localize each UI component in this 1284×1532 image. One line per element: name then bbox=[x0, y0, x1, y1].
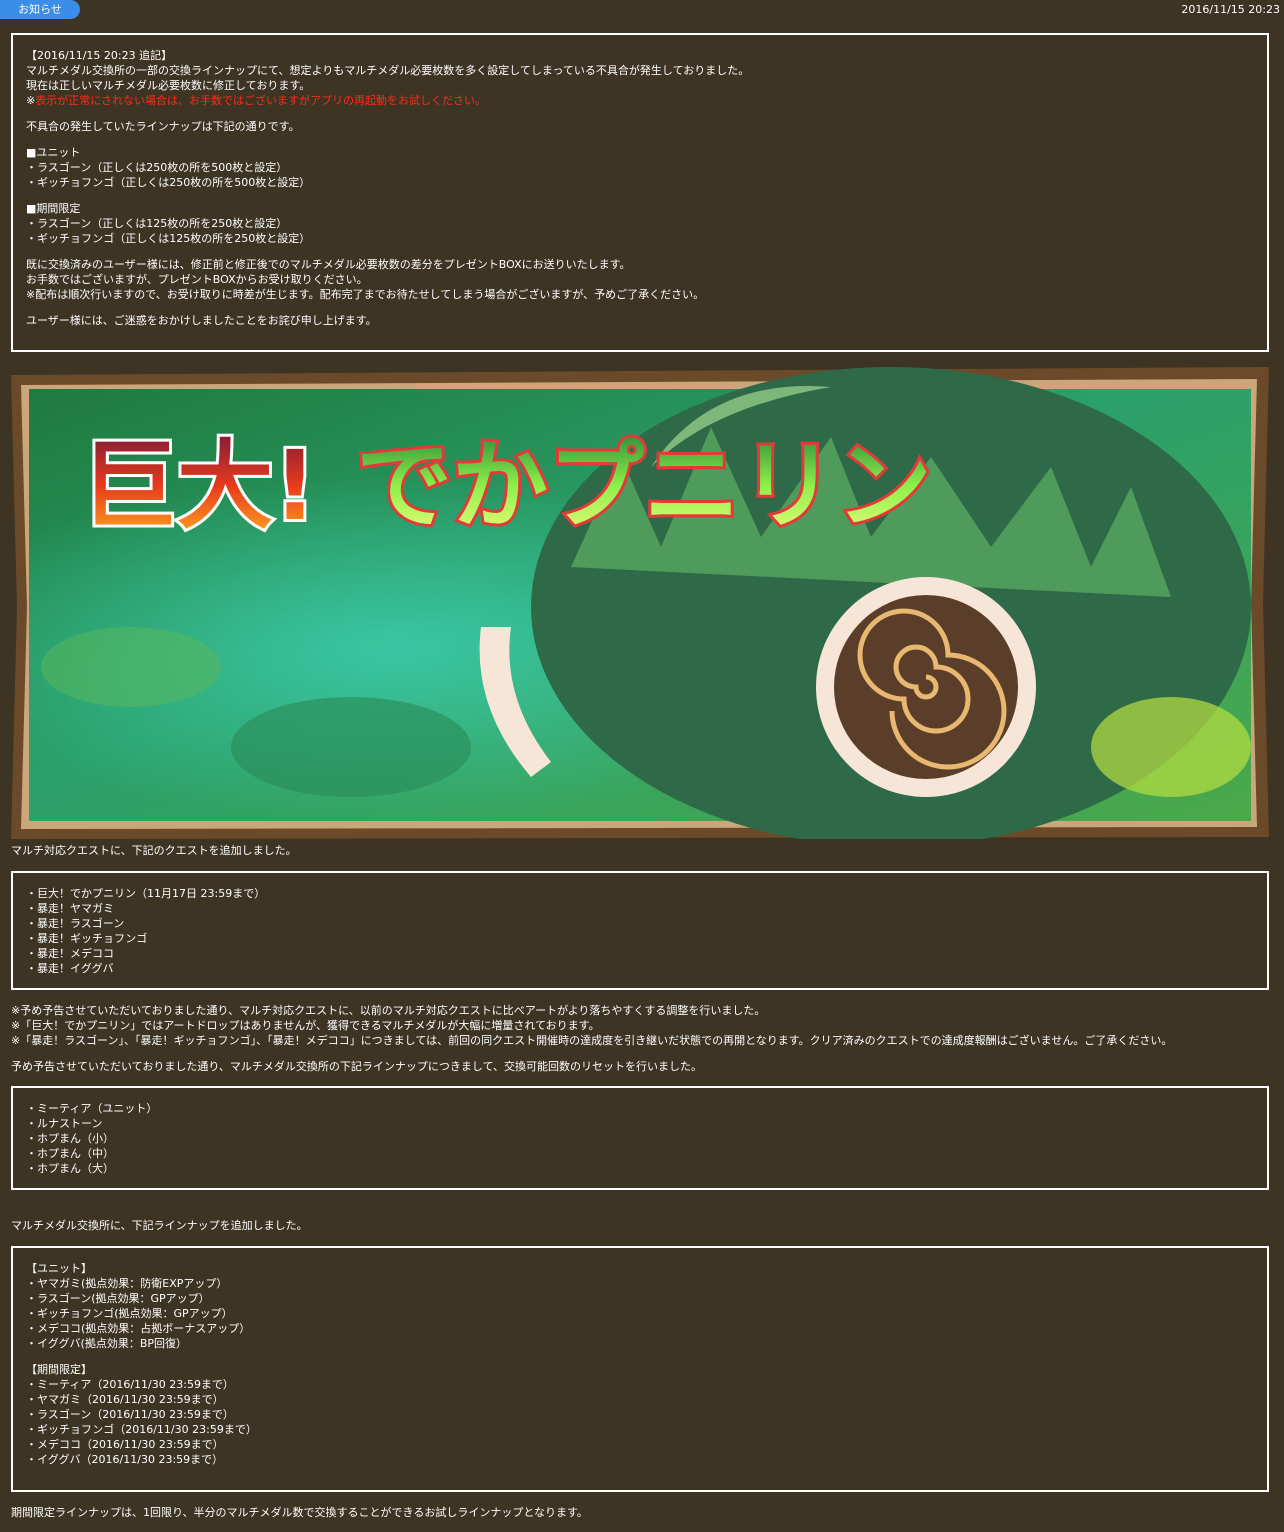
list-item: ・ホプまん（小） bbox=[26, 1132, 114, 1145]
lineup-intro: 不具合の発生していたラインナップは下記の通りです。 bbox=[26, 120, 300, 133]
list-item: ・ミーティア（ユニット） bbox=[26, 1102, 158, 1115]
list-item: ・ギッチョフンゴ（2016/11/30 23:59まで） bbox=[26, 1423, 257, 1436]
reset-list-box: ・ミーティア（ユニット） ・ルナストーン ・ホプまん（小） ・ホプまん（中） ・… bbox=[11, 1086, 1269, 1190]
list-item: ・ギッチョフンゴ（正しくは250枚の所を500枚と設定） bbox=[26, 176, 311, 189]
list-item: ・暴走！ラスゴーン bbox=[26, 917, 125, 930]
list-item: ・暴走！イググバ bbox=[26, 962, 114, 975]
list-item: ・メデココ（2016/11/30 23:59まで） bbox=[26, 1438, 224, 1451]
list-item: ・イググバ(拠点効果：BP回復） bbox=[26, 1337, 188, 1350]
notice-intro-line: マルチメダル交換所の一部の交換ラインナップにて、想定よりもマルチメダル必要枚数を… bbox=[26, 64, 750, 77]
notice-warning: ※表示が正常にされない場合は、お手数ではございますがアプリの再起動をお試しくださ… bbox=[26, 94, 486, 107]
list-item: ・イググバ（2016/11/30 23:59まで） bbox=[26, 1453, 224, 1466]
reset-intro: 予め予告させていただいておりました通り、マルチメダル交換所の下記ラインナップにつ… bbox=[11, 1060, 703, 1073]
notice-tag[interactable]: お知らせ bbox=[0, 0, 80, 19]
unit-heading: ■ユニット bbox=[26, 146, 81, 159]
compensation-line: お手数ではございますが、プレゼントBOXからお受け取りください。 bbox=[26, 273, 368, 286]
compensation-line: ※配布は順次行いますので、お受け取りに時差が生じます。配布完了までお待たせしてし… bbox=[26, 288, 705, 301]
unit-heading: 【ユニット】 bbox=[26, 1262, 92, 1275]
list-item: ・ラスゴーン（正しくは125枚の所を250枚と設定） bbox=[26, 217, 288, 230]
banner-title-part2: でかプニリン bbox=[356, 430, 932, 542]
quest-notes: ※予め予告させていただいておりました通り、マルチ対応クエストに、以前のマルチ対応… bbox=[11, 1004, 1173, 1047]
list-item: ・暴走！メデココ bbox=[26, 947, 114, 960]
list-item: ・メデココ(拠点効果：占拠ボーナスアップ） bbox=[26, 1322, 251, 1335]
list-item: ・ラスゴーン（2016/11/30 23:59まで） bbox=[26, 1408, 234, 1421]
apology: ユーザー様には、ご迷惑をおかけしましたことをお詫び申し上げます。 bbox=[26, 314, 377, 327]
bug-notice-box: 【2016/11/15 20:23 追記】 マルチメダル交換所の一部の交換ライン… bbox=[11, 33, 1269, 352]
quest-list-box: ・巨大！でかプニリン（11月17日 23:59まで） ・暴走！ヤマガミ ・暴走！… bbox=[11, 871, 1269, 990]
list-item: ・ギッチョフンゴ（正しくは125枚の所を250枚と設定） bbox=[26, 232, 311, 245]
list-item: ・ラスゴーン(拠点効果：GPアップ） bbox=[26, 1292, 210, 1305]
limited-heading: 【期間限定】 bbox=[26, 1363, 92, 1376]
event-banner: 巨大! でかプニリン bbox=[11, 367, 1269, 839]
list-item: ・暴走！ヤマガミ bbox=[26, 902, 114, 915]
compensation-line: 既に交換済みのユーザー様には、修正前と修正後でのマルチメダル必要枚数の差分をプレ… bbox=[26, 258, 631, 271]
quests-intro: マルチ対応クエストに、下記のクエストを追加しました。 bbox=[11, 844, 297, 857]
banner-title-part1: 巨大! bbox=[81, 430, 317, 542]
list-item: ・ギッチョフンゴ(拠点効果：GPアップ） bbox=[26, 1307, 233, 1320]
exchange-intro: マルチメダル交換所に、下記ラインナップを追加しました。 bbox=[11, 1219, 308, 1232]
notice-heading: 【2016/11/15 20:23 追記】 bbox=[26, 49, 173, 62]
list-item: ・ホプまん（中） bbox=[26, 1147, 114, 1160]
list-item: ・巨大！でかプニリン（11月17日 23:59まで） bbox=[26, 887, 266, 900]
list-item: ・ヤマガミ（2016/11/30 23:59まで） bbox=[26, 1393, 224, 1406]
list-item: ・ヤマガミ(拠点効果：防衛EXPアップ） bbox=[26, 1277, 228, 1290]
exchange-list-box: 【ユニット】 ・ヤマガミ(拠点効果：防衛EXPアップ） ・ラスゴーン(拠点効果：… bbox=[11, 1246, 1269, 1492]
list-item: ・ホプまん（大） bbox=[26, 1162, 114, 1175]
list-item: ・ミーティア（2016/11/30 23:59まで） bbox=[26, 1378, 234, 1391]
list-item: ・ラスゴーン（正しくは250枚の所を500枚と設定） bbox=[26, 161, 288, 174]
post-date: 2016/11/15 20:23 bbox=[1181, 3, 1280, 16]
limited-heading: ■期間限定 bbox=[26, 202, 81, 215]
list-item: ・ルナストーン bbox=[26, 1117, 103, 1130]
notice-intro-line: 現在は正しいマルチメダル必要枚数に修正しております。 bbox=[26, 79, 311, 92]
list-item: ・暴走！ギッチョフンゴ bbox=[26, 932, 148, 945]
exchange-footer: 期間限定ラインナップは、1回限り、半分のマルチメダル数で交換することができるお試… bbox=[11, 1506, 588, 1519]
